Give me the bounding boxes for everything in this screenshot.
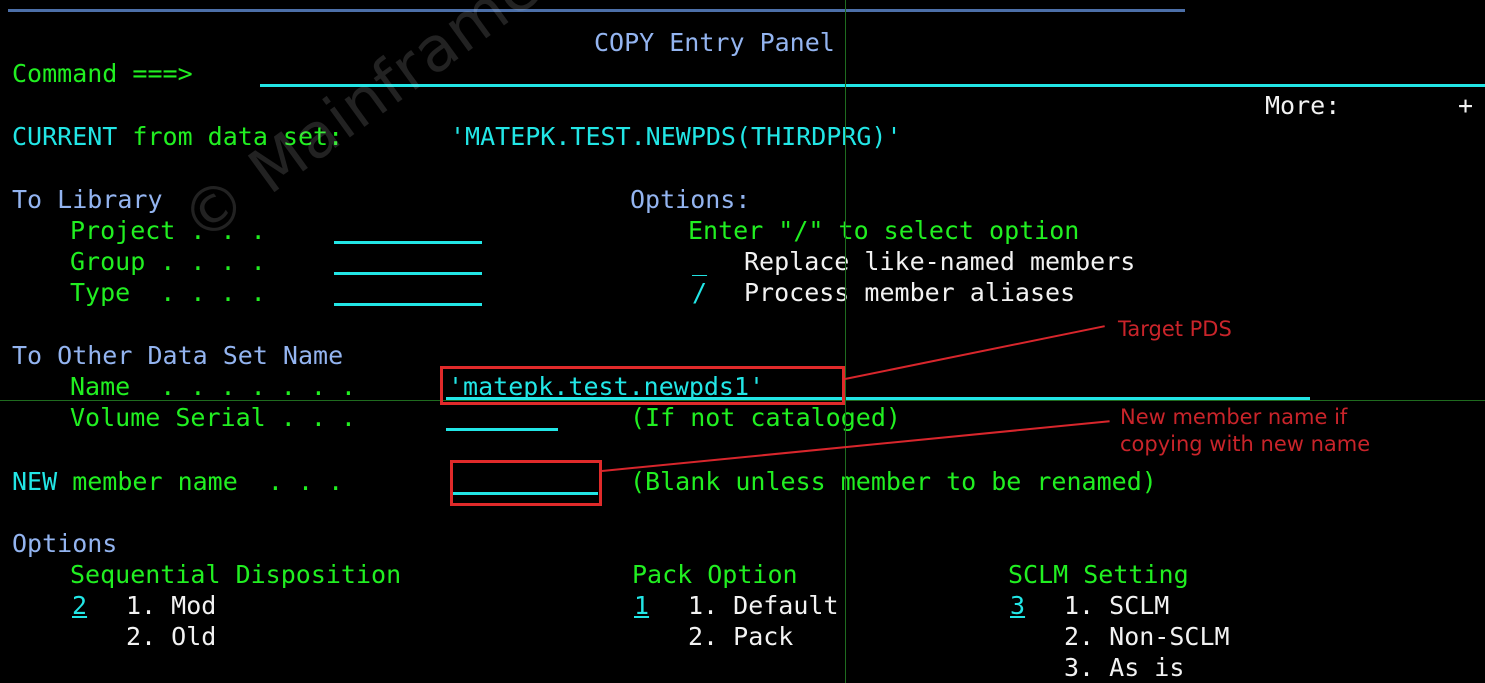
annotation-text-new-member-name: New member name if copying with new name [1120, 405, 1371, 456]
project-label: Project . . . [70, 216, 266, 245]
annotation-box-new-member-name [450, 460, 602, 506]
type-input-underline[interactable] [334, 303, 482, 306]
new-member-name-label: NEW member name . . . [12, 466, 343, 497]
current-dataset-value: 'MATEPK.TEST.NEWPDS(THIRDPRG)' [450, 122, 902, 151]
member-name-text: member name . . . [57, 467, 344, 496]
options-block-heading: Options [12, 529, 118, 558]
terminal-screen: COPY Entry Panel Command ===> More: + CU… [0, 0, 1485, 683]
sclm-setting-selector[interactable]: 3 [1010, 590, 1025, 621]
cursor-crosshair-vertical [845, 0, 846, 683]
sequential-disposition-choice-2[interactable]: 2. Old [126, 621, 216, 652]
process-aliases-label: Process member aliases [744, 278, 1076, 307]
pack-option-selector[interactable]: 1 [634, 590, 649, 621]
options-select-heading: Options: [630, 185, 751, 214]
volume-serial-label: Volume Serial . . . [70, 403, 356, 432]
volume-serial-input-underline[interactable] [446, 428, 558, 431]
new-keyword: NEW [12, 467, 58, 496]
sequential-disposition-title: Sequential Disposition [70, 560, 402, 589]
to-library-heading: To Library [12, 185, 163, 214]
sclm-setting-title: SCLM Setting [1008, 560, 1189, 589]
project-input-underline[interactable] [334, 241, 482, 244]
other-name-label: Name . . . . . . . [70, 372, 356, 401]
to-other-dataset-heading: To Other Data Set Name [12, 341, 344, 370]
process-aliases-checkbox[interactable]: / [692, 277, 707, 308]
command-label: Command ===> [12, 59, 193, 88]
group-input-underline[interactable] [334, 272, 482, 275]
options-select-instruction: Enter "/" to select option [688, 216, 1080, 245]
more-label: More: [1265, 91, 1341, 120]
type-label: Type . . . . [70, 278, 266, 307]
sclm-setting-choice-2[interactable]: 2. Non-SCLM [1064, 621, 1230, 652]
pack-option-title: Pack Option [632, 560, 798, 589]
annotation-box-target-pds [440, 366, 845, 405]
command-input-underline[interactable] [260, 84, 1485, 87]
pack-option-choice-1[interactable]: 1. Default [688, 590, 839, 621]
group-label: Group . . . . [70, 247, 266, 276]
replace-members-label: Replace like-named members [744, 247, 1136, 276]
current-dataset-label: CURRENT from data set: [12, 122, 344, 151]
new-member-name-note: (Blank unless member to be renamed) [630, 467, 1157, 496]
sequential-disposition-selector[interactable]: 2 [72, 590, 87, 621]
annotation-leader-target-pds [844, 325, 1105, 380]
page-title: COPY Entry Panel [594, 28, 835, 57]
more-indicator: + [1458, 91, 1474, 120]
top-separator-line [8, 9, 1185, 12]
sclm-setting-choice-1[interactable]: 1. SCLM [1064, 590, 1169, 621]
pack-option-choice-2[interactable]: 2. Pack [688, 621, 793, 652]
sequential-disposition-choice-1[interactable]: 1. Mod [126, 590, 216, 621]
volume-serial-note: (If not cataloged) [630, 403, 901, 432]
replace-members-checkbox[interactable]: _ [692, 246, 707, 277]
annotation-text-target-pds: Target PDS [1118, 317, 1232, 341]
sclm-setting-choice-3[interactable]: 3. As is [1064, 652, 1184, 683]
